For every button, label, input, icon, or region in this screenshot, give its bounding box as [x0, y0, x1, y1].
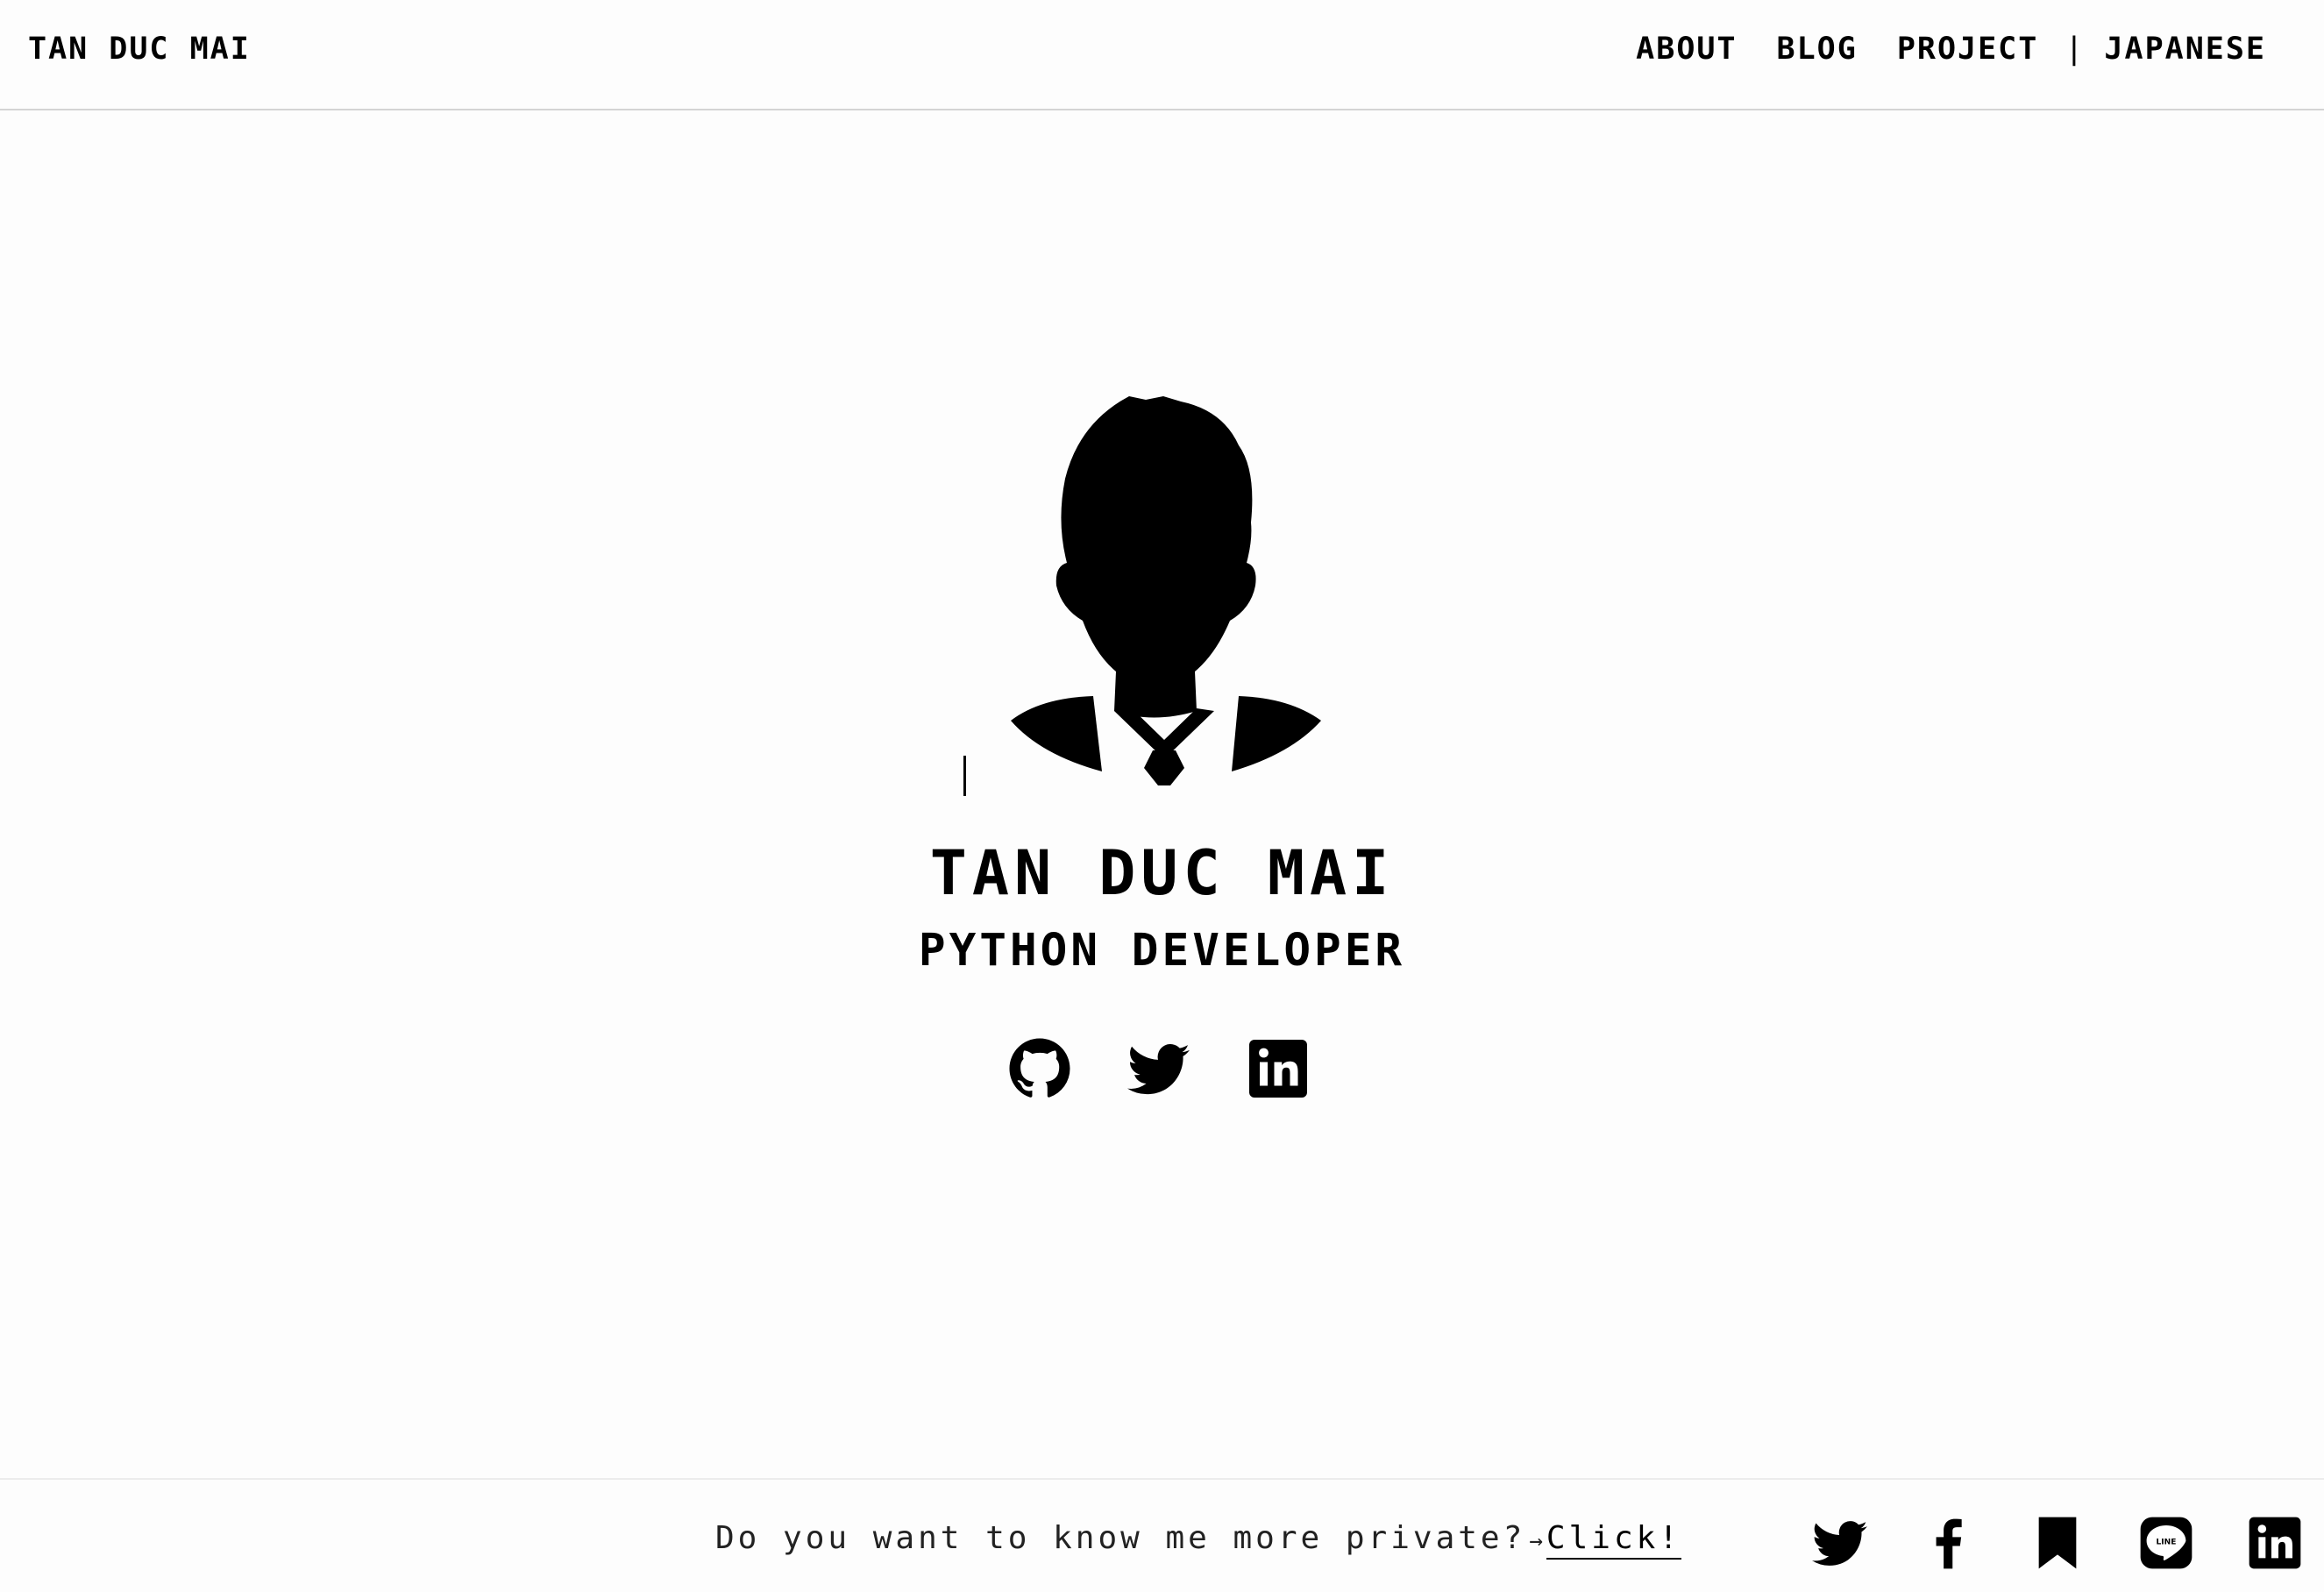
- facebook-icon: [1936, 1518, 1962, 1569]
- main-nav: ABOUT BLOG PROJECT | JAPANESE: [1636, 32, 2266, 67]
- linkedin-icon: [2249, 1517, 2301, 1569]
- nav-about[interactable]: ABOUT: [1636, 32, 1737, 67]
- site-footer: Do you want to know me more private? → Cli…: [0, 1478, 2324, 1592]
- nav-language-japanese[interactable]: JAPANESE: [2104, 32, 2266, 67]
- share-bookmark-button[interactable]: [2029, 1515, 2086, 1571]
- linkedin-icon: [1249, 1040, 1307, 1098]
- github-icon: [1009, 1038, 1070, 1098]
- footer-prompt: Do you want to know me more private?: [715, 1520, 1526, 1556]
- site-header: TAN DUC MAI ABOUT BLOG PROJECT | JAPANES…: [0, 0, 2324, 110]
- nav-blog[interactable]: BLOG: [1777, 32, 1858, 67]
- private-click-link[interactable]: Click!: [1546, 1520, 1681, 1560]
- profile-avatar: [960, 391, 1372, 803]
- linkedin-link[interactable]: [1247, 1037, 1310, 1100]
- twitter-icon: [1127, 1044, 1190, 1095]
- twitter-icon: [1812, 1521, 1868, 1566]
- footer-promo: Do you want to know me more private? → Cli…: [715, 1520, 1681, 1560]
- share-buttons: LINE: [1759, 1515, 2303, 1571]
- profile-name: TAN DUC MAI: [929, 837, 1395, 909]
- nav-project[interactable]: PROJECT: [1897, 32, 2039, 67]
- profile-social-links: [1008, 1037, 1310, 1100]
- share-line-button[interactable]: LINE: [2138, 1515, 2194, 1571]
- profile-role: PYTHON DEVELOPER: [918, 925, 1406, 977]
- brand-link[interactable]: TAN DUC MAI: [28, 32, 251, 67]
- person-silhouette-icon: [1011, 396, 1321, 785]
- line-logo-text: LINE: [2157, 1539, 2177, 1547]
- share-linkedin-button[interactable]: [2247, 1515, 2303, 1571]
- share-twitter-button[interactable]: [1812, 1515, 1868, 1571]
- share-facebook-button[interactable]: [1921, 1515, 1977, 1571]
- bookmark-icon: [2038, 1517, 2077, 1569]
- github-link[interactable]: [1008, 1037, 1071, 1100]
- arrow-icon: →: [1529, 1528, 1543, 1554]
- twitter-link[interactable]: [1127, 1037, 1190, 1100]
- line-icon: LINE: [2140, 1517, 2193, 1569]
- nav-separator: |: [2065, 32, 2084, 67]
- text-cursor: [963, 756, 966, 796]
